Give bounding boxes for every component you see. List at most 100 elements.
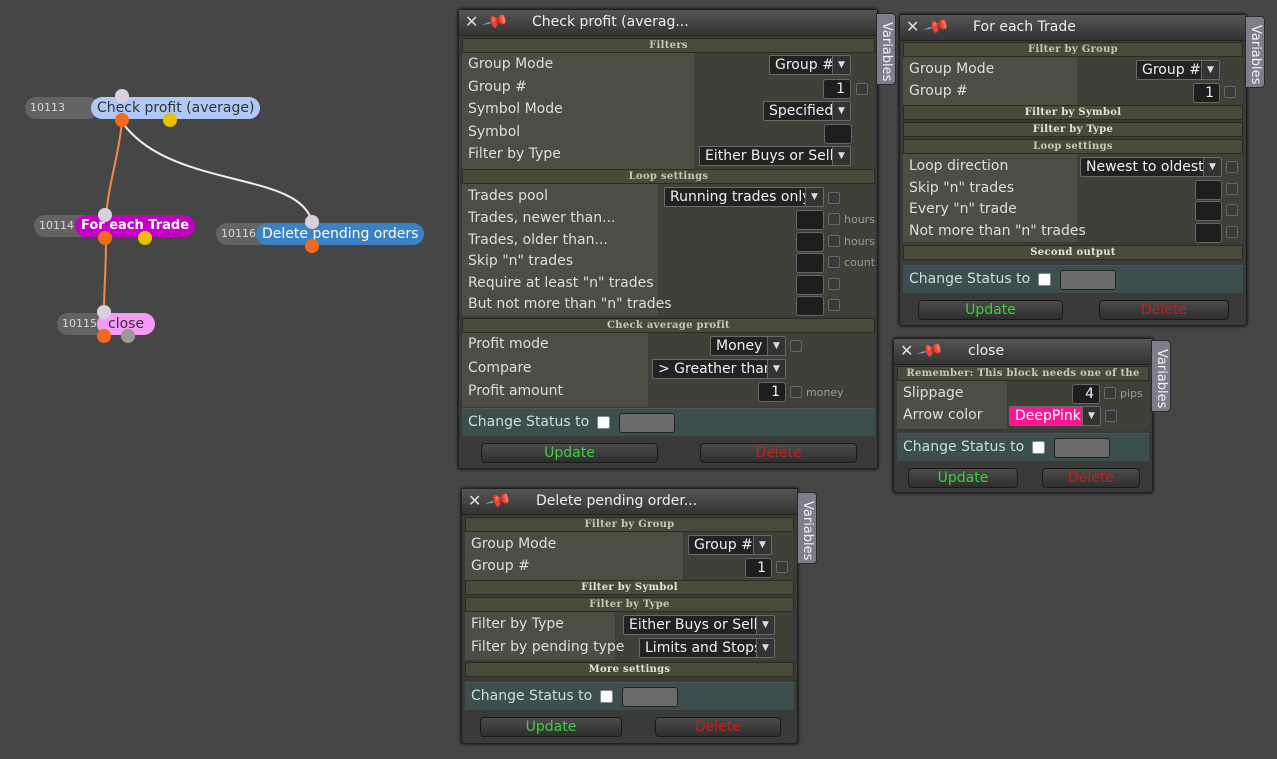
not-more-trades-input[interactable] [796,296,824,316]
group-num-checkbox[interactable] [1224,86,1236,98]
input-connector[interactable] [98,208,112,222]
input-connector[interactable] [305,215,319,229]
update-button[interactable]: Update [908,468,1018,488]
require-trades-input[interactable] [796,275,824,295]
variables-tab-check-profit[interactable]: Variables [876,13,896,85]
node-label: For each Trade [75,215,196,237]
change-status-checkbox[interactable] [600,690,613,703]
change-status-checkbox[interactable] [1032,441,1045,454]
input-connector[interactable] [115,89,129,103]
pin-icon[interactable]: 📌 [484,487,512,515]
pin-icon[interactable]: 📌 [916,337,944,365]
change-status-field[interactable] [619,413,675,433]
panel-titlebar[interactable]: ✕ 📌 For each Trade [900,13,1246,41]
trades-newer-checkbox[interactable] [828,213,840,225]
chevron-down-icon: ▼ [832,102,850,120]
node-close[interactable]: 10115 close [57,305,157,343]
every-trade-checkbox[interactable] [1226,204,1238,216]
profit-amount-checkbox[interactable] [790,386,802,398]
delete-button[interactable]: Delete [655,717,781,737]
node-check-profit[interactable]: 10113 Check profit (average) [25,89,261,127]
profit-mode-select[interactable]: Money ▼ [710,336,786,356]
variables-tab-for-each-trade[interactable]: Variables [1245,16,1265,88]
arrow-color-select[interactable]: DeepPink ▼ [1009,406,1101,426]
panel-for-each-trade[interactable]: ✕ 📌 For each Trade Filter by Group Group… [899,13,1247,326]
section-filter-by-type: Filter by Type [465,597,794,612]
slippage-checkbox[interactable] [1104,387,1116,399]
filter-type-select[interactable]: Either Buys or Sells ▼ [699,146,851,166]
update-button[interactable]: Update [918,300,1063,320]
compare-select[interactable]: > Greather than ▼ [652,359,786,379]
panel-close[interactable]: ✕ 📌 close Remember: This block needs one… [893,337,1153,493]
skip-trades-input[interactable] [1195,180,1222,200]
pin-icon[interactable]: 📌 [481,8,509,36]
node-for-each-trade[interactable]: 10114 For each Trade [34,208,196,245]
skip-trades-checkbox[interactable] [828,256,840,268]
variables-tab-delete-pending[interactable]: Variables [797,492,817,564]
output-connector[interactable] [115,113,129,127]
profit-amount-input[interactable]: 1 [758,382,786,402]
not-more-trades-checkbox[interactable] [1226,226,1238,238]
change-status-field[interactable] [1054,438,1110,458]
change-status-checkbox[interactable] [597,416,610,429]
close-icon[interactable]: ✕ [900,341,913,360]
panel-titlebar[interactable]: ✕ 📌 Delete pending order... [462,487,797,515]
variables-tab-close[interactable]: Variables [1151,340,1171,412]
group-mode-select[interactable]: Group # ▼ [688,535,772,555]
change-status-field[interactable] [622,687,678,707]
symbol-input[interactable] [824,124,852,144]
close-icon[interactable]: ✕ [465,12,478,31]
panel-check-profit[interactable]: ✕ 📌 Check profit (averag... Filters Grou… [458,8,878,469]
delete-button[interactable]: Delete [1099,300,1229,320]
panel-delete-pending[interactable]: ✕ 📌 Delete pending order... Filter by Gr… [461,487,798,744]
group-num-input[interactable]: 1 [823,79,851,99]
change-status-field[interactable] [1060,270,1116,290]
every-trade-input[interactable] [1195,201,1222,221]
skip-trades-input[interactable] [796,253,824,273]
alt-output-connector[interactable] [163,113,177,127]
alt-output-connector[interactable] [138,231,152,245]
group-mode-select[interactable]: Group # ▼ [1136,60,1220,80]
section-filters: Filters [462,38,875,53]
input-connector[interactable] [97,305,111,319]
change-status-checkbox[interactable] [1038,273,1051,286]
update-button[interactable]: Update [481,443,658,463]
symbol-mode-select[interactable]: Specified ▼ [763,101,851,121]
require-trades-checkbox[interactable] [828,278,840,290]
loop-direction-select[interactable]: Newest to oldest ▼ [1080,157,1222,177]
group-num-checkbox[interactable] [856,83,868,95]
panel-titlebar[interactable]: ✕ 📌 Check profit (averag... [459,8,877,36]
loop-direction-checkbox[interactable] [1226,161,1238,173]
not-more-trades-checkbox[interactable] [828,299,840,311]
not-more-trades-input[interactable] [1195,223,1222,243]
slippage-input[interactable]: 4 [1072,384,1100,404]
pin-icon[interactable]: 📌 [922,13,950,41]
close-icon[interactable]: ✕ [468,491,481,510]
output-connector[interactable] [97,329,111,343]
delete-button[interactable]: Delete [1042,468,1140,488]
trades-pool-select[interactable]: Running trades only ▼ [664,187,824,207]
pending-type-select[interactable]: Limits and Stops ▼ [639,638,775,658]
filter-type-select[interactable]: Either Buys or Sells ▼ [623,615,775,635]
update-button[interactable]: Update [480,717,622,737]
group-num-checkbox[interactable] [776,561,788,573]
skip-trades-checkbox[interactable] [1226,183,1238,195]
arrow-color-checkbox[interactable] [1105,410,1117,422]
node-id: 10113 [25,97,99,119]
output-connector[interactable] [305,239,319,253]
node-delete-pending[interactable]: 10116 Delete pending orders [216,215,425,253]
group-num-input[interactable]: 1 [1193,83,1220,103]
output-connector[interactable] [98,231,112,245]
delete-button[interactable]: Delete [700,443,857,463]
alt-output-connector[interactable] [121,329,135,343]
group-mode-select[interactable]: Group # ▼ [769,55,851,75]
panel-titlebar[interactable]: ✕ 📌 close [894,337,1152,365]
trades-older-checkbox[interactable] [828,235,840,247]
section-filter-by-group: Filter by Group [465,517,794,532]
group-num-input[interactable]: 1 [745,558,772,578]
trades-newer-input[interactable] [796,210,824,230]
trades-pool-checkbox[interactable] [828,192,840,204]
close-icon[interactable]: ✕ [906,17,919,36]
trades-older-input[interactable] [796,232,824,252]
profit-mode-checkbox[interactable] [790,340,802,352]
